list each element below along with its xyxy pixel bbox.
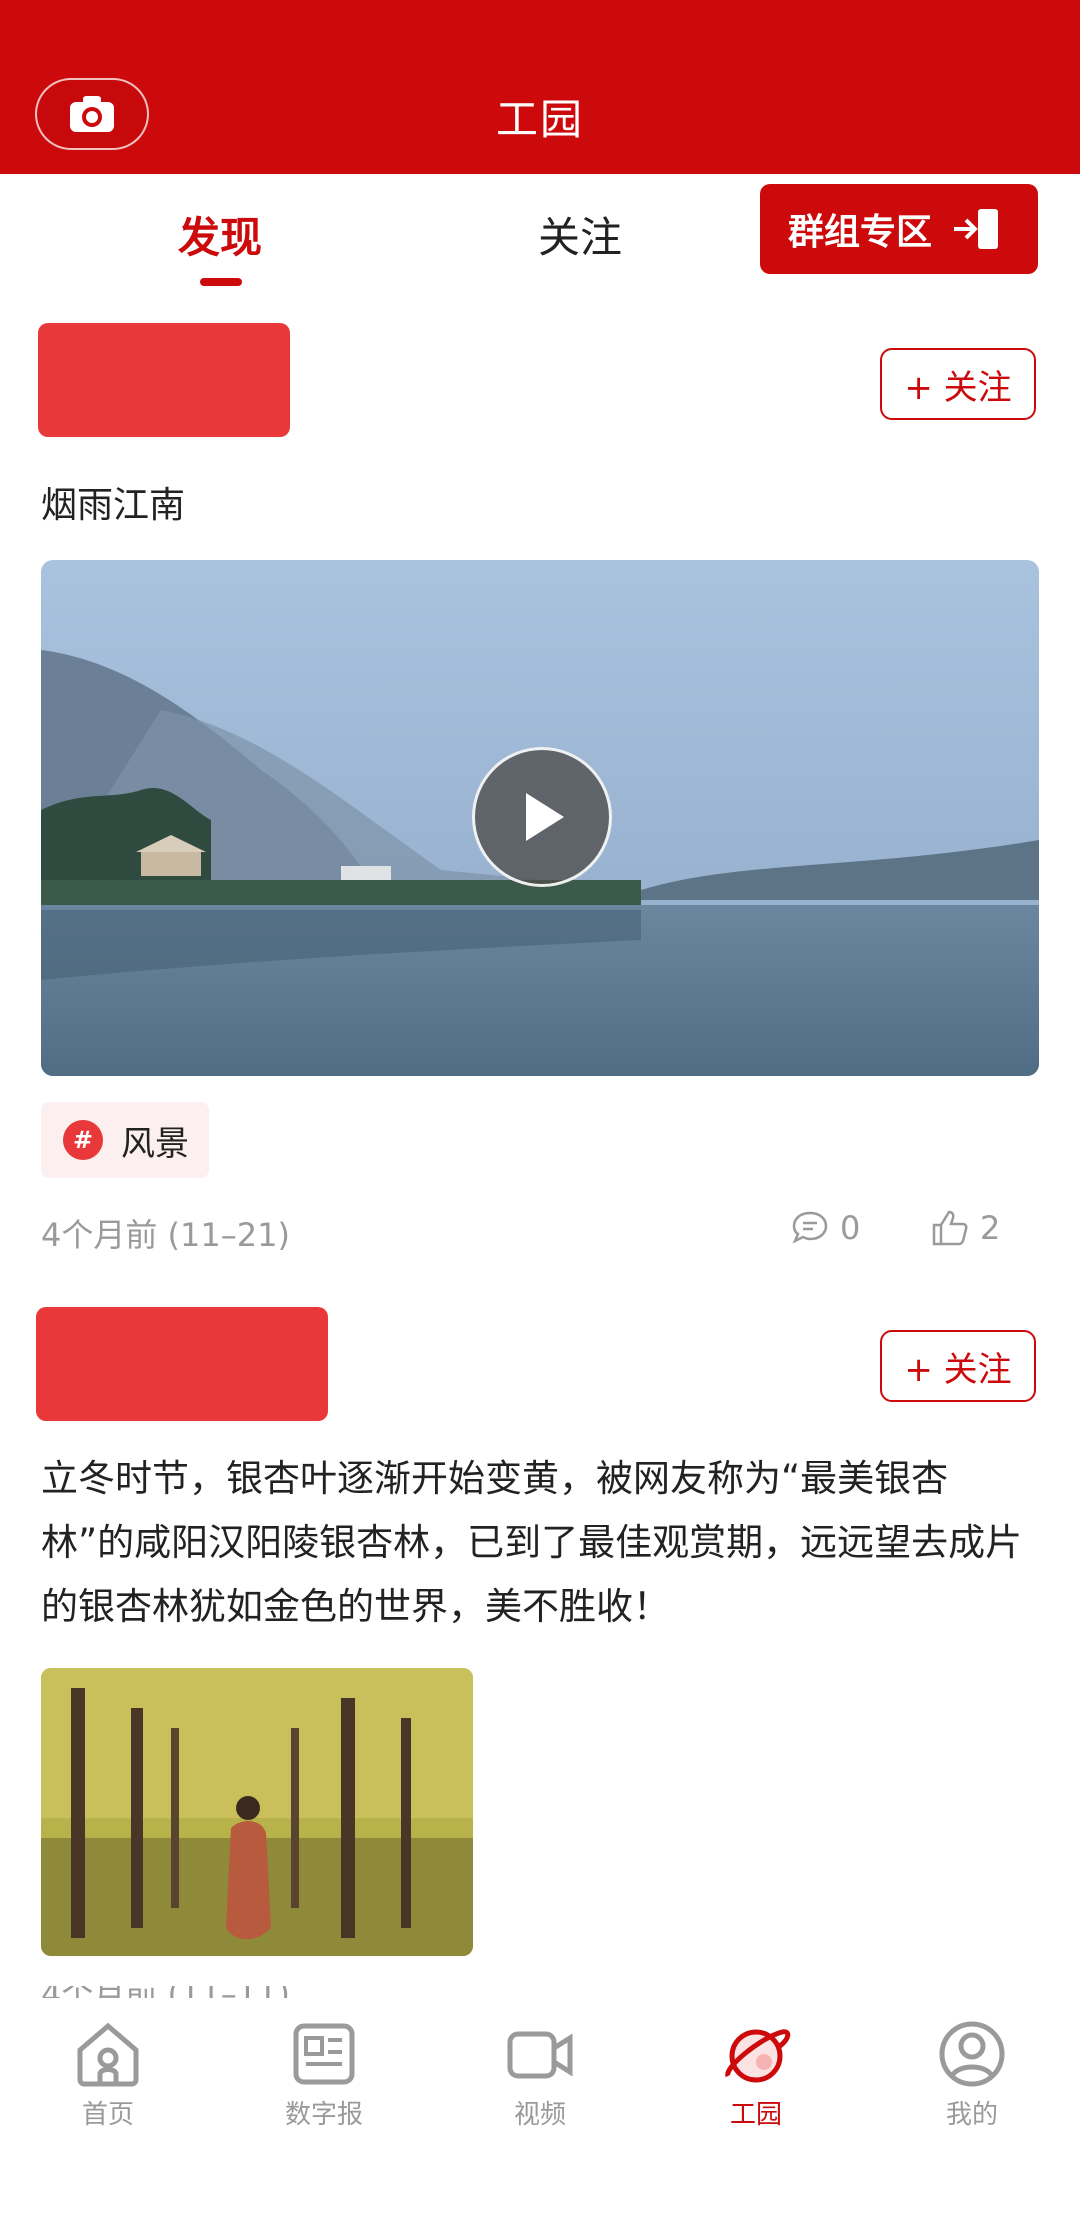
app-header: 工园: [0, 0, 1080, 174]
thumbs-up-icon: [932, 1210, 968, 1246]
enter-door-icon: [954, 209, 999, 249]
newspaper-icon: [293, 2023, 355, 2085]
video-icon: [507, 2031, 573, 2079]
page-title: 工园: [495, 95, 584, 144]
post-timestamp: 4个月前 (11–11): [41, 1986, 290, 1998]
tab-active-indicator: [200, 278, 242, 286]
post-photo[interactable]: [41, 1668, 473, 1956]
nav-label-home: 首页: [81, 2100, 134, 2130]
topic-tag[interactable]: # 风景: [41, 1102, 209, 1178]
nav-item-gongyuan[interactable]: 工园: [696, 2018, 816, 2131]
hashtag-icon: #: [63, 1120, 103, 1160]
bottom-navigation: 首页 数字报 视频 工园 我的: [0, 1998, 1080, 2232]
play-icon: [526, 793, 564, 841]
group-zone-label: 群组专区: [788, 212, 933, 253]
topic-tag-label: 风景: [121, 1123, 189, 1164]
nav-item-home[interactable]: 首页: [48, 2018, 168, 2131]
nav-label-video: 视频: [513, 2100, 566, 2130]
tab-follow[interactable]: 关注: [538, 204, 622, 265]
home-icon: [77, 2022, 139, 2087]
play-button[interactable]: [472, 747, 612, 887]
redacted-author-block: [38, 323, 290, 437]
nav-label-newspaper: 数字报: [284, 2100, 363, 2130]
tab-bar: 发现 关注 群组专区: [0, 174, 1080, 314]
like-count-group[interactable]: 2: [930, 1208, 1000, 1248]
comment-icon: [792, 1211, 828, 1244]
redacted-author-block: [36, 1307, 328, 1421]
nav-item-profile[interactable]: 我的: [912, 2018, 1032, 2131]
group-zone-button[interactable]: 群组专区: [760, 184, 1038, 274]
nav-item-newspaper[interactable]: 数字报: [264, 2018, 384, 2131]
follow-button[interactable]: + 关注: [880, 348, 1036, 420]
post-timestamp: 4个月前 (11–21): [41, 1216, 290, 1254]
planet-icon: [725, 2029, 791, 2083]
post-title: 烟雨江南: [41, 485, 186, 526]
comment-count: 0: [840, 1209, 861, 1247]
video-thumbnail[interactable]: [41, 560, 1039, 1076]
profile-icon: [939, 2021, 1005, 2087]
post-body-text: 立冬时节，银杏叶逐渐开始变黄，被网友称为“最美银杏林”的咸阳汉阳陵银杏林，已到了…: [41, 1457, 1023, 1628]
nav-label-profile: 我的: [945, 2100, 998, 2130]
like-count: 2: [980, 1209, 1001, 1247]
nav-label-gongyuan: 工园: [729, 2100, 782, 2130]
comment-count-group[interactable]: 0: [790, 1208, 860, 1248]
follow-button[interactable]: + 关注: [880, 1330, 1036, 1402]
nav-item-video[interactable]: 视频: [480, 2018, 600, 2131]
ginkgo-forest-photo: [41, 1668, 473, 1956]
tab-discover[interactable]: 发现: [178, 204, 262, 265]
